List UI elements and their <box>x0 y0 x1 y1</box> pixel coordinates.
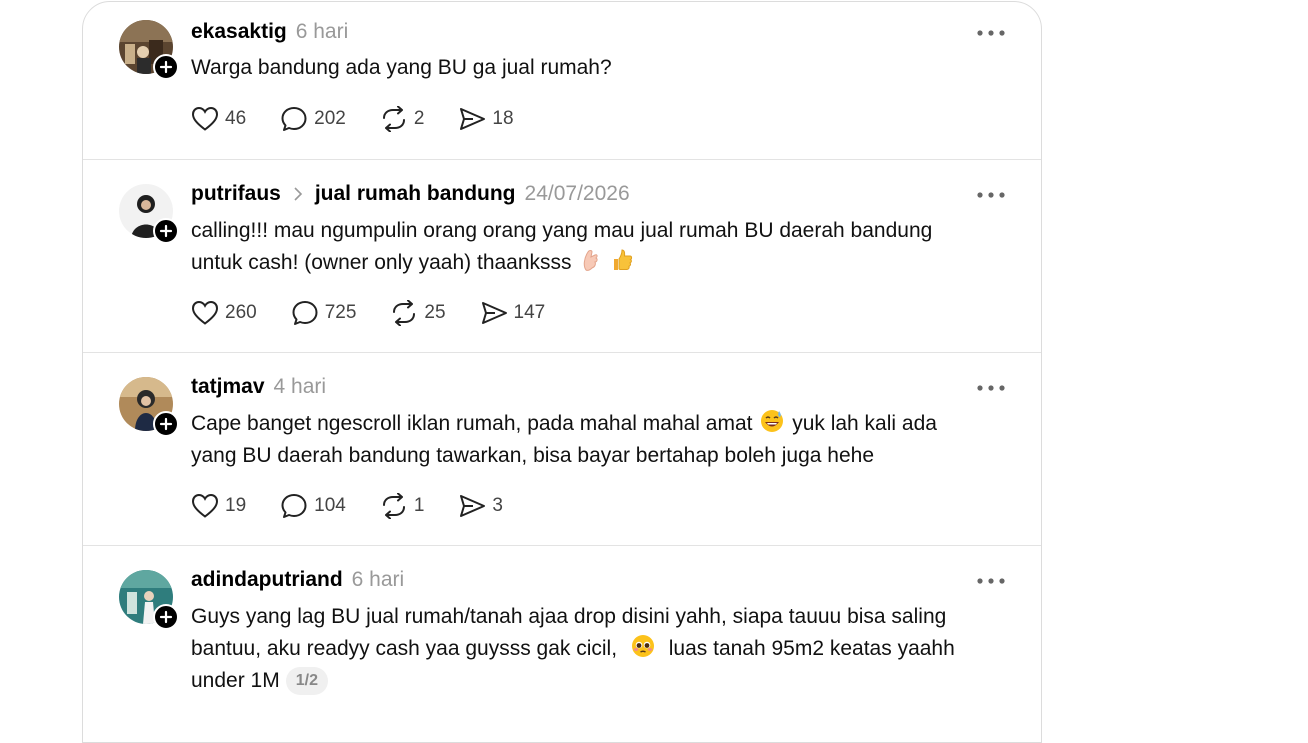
post-ekasaktig[interactable]: ekasaktig 6 hari Warga bandung ada yang … <box>83 2 1041 160</box>
like-button[interactable]: 19 <box>191 493 246 519</box>
more-options-icon[interactable] <box>975 377 1007 399</box>
post-text-line: calling!!! mau ngumpulin orang orang yan… <box>191 219 933 242</box>
comment-icon <box>292 301 318 325</box>
pleading-face-icon <box>631 634 655 658</box>
post-text-span: untuk cash! (owner only yaah) thaanksss <box>191 251 572 274</box>
community-name[interactable]: jual rumah bandung <box>315 182 516 206</box>
post-text: Cape banget ngescroll iklan rumah, pada … <box>191 408 1011 472</box>
username[interactable]: tatjmav <box>191 375 265 399</box>
more-options-icon[interactable] <box>975 22 1007 44</box>
repost-button[interactable]: 25 <box>390 300 446 326</box>
post-header: putrifaus jual rumah bandung 24/07/2026 <box>191 179 630 209</box>
like-button[interactable]: 260 <box>191 300 257 326</box>
send-icon <box>460 495 486 517</box>
post-putrifaus[interactable]: putrifaus jual rumah bandung 24/07/2026 … <box>83 159 1041 353</box>
post-time[interactable]: 6 hari <box>352 568 405 592</box>
chevron-right-icon <box>293 186 303 202</box>
repost-icon <box>382 106 405 132</box>
post-header: ekasaktig 6 hari <box>191 17 348 47</box>
post-text-span: yuk lah kali ada <box>792 412 937 435</box>
share-count: 3 <box>492 495 503 516</box>
post-text-span: bantuu, aku readyy cash yaa guysss gak c… <box>191 637 618 660</box>
more-options-icon[interactable] <box>975 184 1007 206</box>
reply-count: 104 <box>314 495 346 516</box>
send-icon <box>481 302 507 324</box>
post-actions: 46 202 2 18 <box>191 104 548 134</box>
pinched-fingers-icon <box>579 248 601 272</box>
share-count: 18 <box>492 108 514 129</box>
username[interactable]: ekasaktig <box>191 20 287 44</box>
post-text-line: Guys yang lag BU jual rumah/tanah ajaa d… <box>191 605 947 628</box>
thread-feed: ekasaktig 6 hari Warga bandung ada yang … <box>82 1 1042 743</box>
post-text-line: under 1M 1/2 <box>191 665 1011 697</box>
more-options-icon[interactable] <box>975 570 1007 592</box>
like-count: 19 <box>225 495 247 516</box>
post-time[interactable]: 6 hari <box>296 20 349 44</box>
post-text-span: under 1M <box>191 669 280 692</box>
repost-button[interactable]: 1 <box>380 493 425 519</box>
post-text-span: luas tanah 95m2 keatas yaahh <box>668 637 955 660</box>
username[interactable]: putrifaus <box>191 182 281 206</box>
reply-count: 725 <box>324 302 357 323</box>
reply-button[interactable]: 104 <box>280 493 346 519</box>
reply-button[interactable]: 202 <box>280 106 346 132</box>
post-text: Guys yang lag BU jual rumah/tanah ajaa d… <box>191 601 1011 697</box>
thumbs-up-icon <box>611 248 633 272</box>
reply-button[interactable]: 725 <box>291 300 357 326</box>
heart-icon <box>191 106 219 131</box>
like-button[interactable]: 46 <box>191 106 246 132</box>
share-button[interactable]: 18 <box>458 106 514 132</box>
comment-icon <box>281 494 307 518</box>
repost-icon <box>393 300 416 326</box>
post-adindaputriand[interactable]: adindaputriand 6 hari Guys yang lag BU j… <box>83 545 1041 742</box>
repost-count: 1 <box>413 495 425 516</box>
post-header: adindaputriand 6 hari <box>191 565 404 595</box>
post-time[interactable]: 24/07/2026 <box>525 182 630 206</box>
follow-plus-icon[interactable] <box>153 411 179 437</box>
repost-count: 25 <box>424 302 446 323</box>
post-text-line: yang BU daerah bandung tawarkan, bisa ba… <box>191 444 875 467</box>
post-header: tatjmav 4 hari <box>191 372 326 402</box>
post-text: calling!!! mau ngumpulin orang orang yan… <box>191 215 1011 279</box>
comment-icon <box>281 107 307 131</box>
heart-icon <box>191 300 219 325</box>
grinning-sweat-icon <box>760 409 784 433</box>
post-text: Warga bandung ada yang BU ga jual rumah? <box>191 52 1011 84</box>
post-text-span: Cape banget ngescroll iklan rumah, pada … <box>191 412 753 435</box>
like-count: 260 <box>225 302 257 323</box>
post-time[interactable]: 4 hari <box>274 375 327 399</box>
like-count: 46 <box>225 108 247 129</box>
post-tatjmav[interactable]: tatjmav 4 hari Cape banget ngescroll ikl… <box>83 352 1041 546</box>
share-button[interactable]: 3 <box>458 493 503 519</box>
repost-button[interactable]: 2 <box>380 106 425 132</box>
follow-plus-icon[interactable] <box>153 218 179 244</box>
follow-plus-icon[interactable] <box>153 604 179 630</box>
page-indicator: 1/2 <box>285 667 328 695</box>
heart-icon <box>191 493 219 518</box>
post-text-line: bantuu, aku readyy cash yaa guysss gak c… <box>191 633 1011 665</box>
follow-plus-icon[interactable] <box>153 54 179 80</box>
post-actions: 19 104 1 3 <box>191 491 537 521</box>
repost-count: 2 <box>413 108 425 129</box>
send-icon <box>460 108 486 130</box>
post-text-line: Cape banget ngescroll iklan rumah, pada … <box>191 408 1011 440</box>
post-text-line: Warga bandung ada yang BU ga jual rumah? <box>191 56 612 79</box>
share-count: 147 <box>513 302 546 323</box>
post-actions: 260 725 25 147 <box>191 298 579 328</box>
repost-icon <box>382 493 405 519</box>
post-text-line: untuk cash! (owner only yaah) thaanksss <box>191 247 1011 279</box>
share-button[interactable]: 147 <box>480 300 546 326</box>
reply-count: 202 <box>314 108 346 129</box>
username[interactable]: adindaputriand <box>191 568 343 592</box>
